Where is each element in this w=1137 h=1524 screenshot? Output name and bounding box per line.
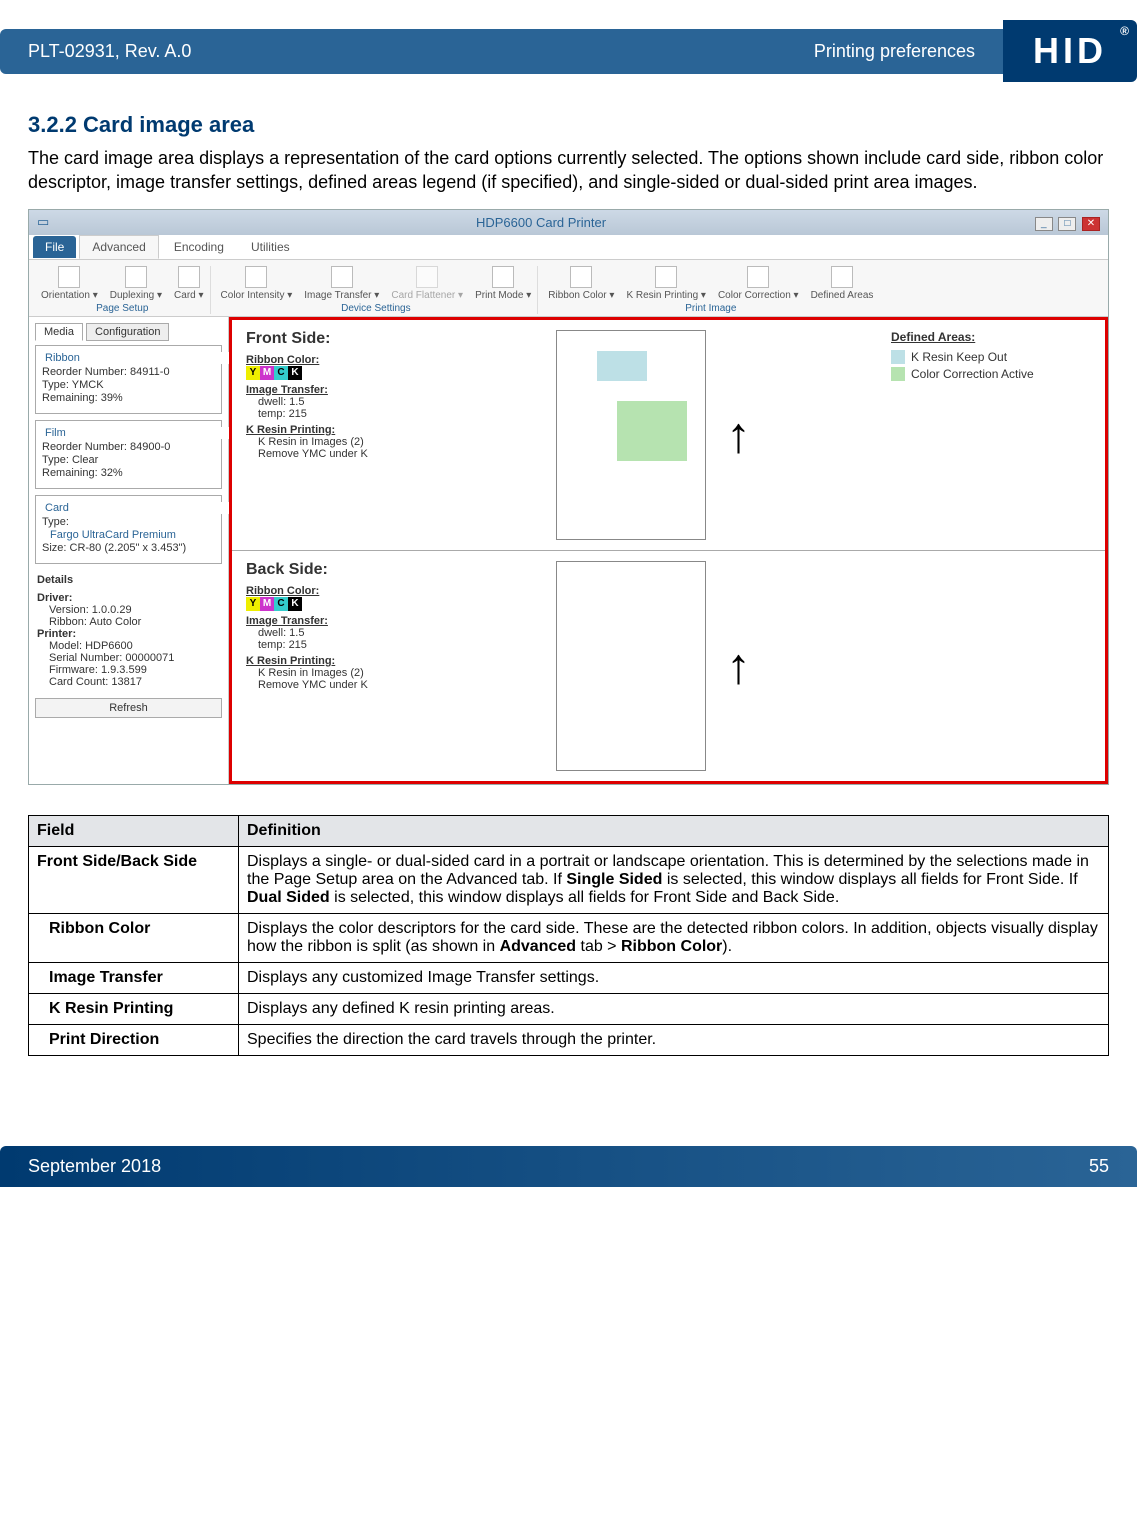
btn-color-correction[interactable]: Color Correction ▾ xyxy=(718,266,799,301)
section-intro: The card image area displays a represent… xyxy=(28,146,1109,195)
row-front-back: Front Side/Back Side xyxy=(29,846,239,913)
btn-image-transfer[interactable]: Image Transfer ▾ xyxy=(304,266,379,301)
front-side-info: Front Side: Ribbon Color: YMCK Image Tra… xyxy=(246,330,416,540)
btn-ribbon-color[interactable]: Ribbon Color ▾ xyxy=(548,266,614,301)
btn-card-flattener[interactable]: Card Flattener ▾ xyxy=(391,266,463,301)
section-heading: 3.2.2 Card image area xyxy=(28,112,1109,138)
window-title: HDP6600 Card Printer xyxy=(476,215,606,230)
ribbon-fieldset: Ribbon Reorder Number: 84911-0 Type: YMC… xyxy=(35,345,222,414)
th-definition: Definition xyxy=(239,815,1109,846)
film-fieldset: Film Reorder Number: 84900-0 Type: Clear… xyxy=(35,420,222,489)
front-card-preview xyxy=(556,330,706,540)
direction-arrow-icon: ↑ xyxy=(726,406,751,464)
refresh-button[interactable]: Refresh xyxy=(35,698,222,718)
tab-encoding[interactable]: Encoding xyxy=(162,236,236,258)
btn-duplexing[interactable]: Duplexing ▾ xyxy=(110,266,162,301)
maximize-button[interactable]: □ xyxy=(1058,217,1076,231)
app-screenshot: ▭ HDP6600 Card Printer _ □ ✕ File Advanc… xyxy=(28,209,1109,785)
direction-arrow-icon: ↑ xyxy=(726,637,751,695)
back-card-preview xyxy=(556,561,706,771)
group-device-settings: Device Settings xyxy=(221,303,532,314)
btn-kresin[interactable]: K Resin Printing ▾ xyxy=(626,266,706,301)
row-print-direction: Print Direction xyxy=(29,1024,239,1055)
page-footer: September 2018 55 xyxy=(0,1146,1137,1187)
footer-page: 55 xyxy=(1089,1156,1109,1177)
side-tab-media[interactable]: Media xyxy=(35,323,83,341)
row-ribbon-color: Ribbon Color xyxy=(29,913,239,962)
app-icon: ▭ xyxy=(37,214,49,230)
doc-number: PLT-02931, Rev. A.0 xyxy=(28,41,191,62)
btn-print-mode[interactable]: Print Mode ▾ xyxy=(475,266,531,301)
row-image-transfer: Image Transfer xyxy=(29,962,239,993)
card-fieldset: Card Type: Fargo UltraCard Premium Size:… xyxy=(35,495,222,564)
close-button[interactable]: ✕ xyxy=(1082,217,1100,231)
tab-utilities[interactable]: Utilities xyxy=(239,236,302,258)
btn-defined-areas[interactable]: Defined Areas xyxy=(811,266,874,301)
btn-color-intensity[interactable]: Color Intensity ▾ xyxy=(221,266,293,301)
defined-areas-legend: Defined Areas: K Resin Keep Out Color Co… xyxy=(891,330,1091,540)
window-controls: _ □ ✕ xyxy=(1033,214,1100,231)
page-header: PLT-02931, Rev. A.0 Printing preferences… xyxy=(0,20,1137,82)
field-definition-table: Field Definition Front Side/Back Side Di… xyxy=(28,815,1109,1056)
group-print-image: Print Image xyxy=(548,303,873,314)
footer-date: September 2018 xyxy=(28,1156,161,1177)
btn-card[interactable]: Card ▾ xyxy=(174,266,204,301)
brand-logo: HID xyxy=(1003,20,1137,82)
details-panel: Details Driver: Version: 1.0.0.29 Ribbon… xyxy=(35,570,222,692)
card-image-area: Front Side: Ribbon Color: YMCK Image Tra… xyxy=(229,317,1108,784)
window-titlebar: ▭ HDP6600 Card Printer _ □ ✕ xyxy=(29,210,1108,235)
ribbon-toolbar: Orientation ▾ Duplexing ▾ Card ▾ Page Se… xyxy=(29,260,1108,317)
back-side-info: Back Side: Ribbon Color: YMCK Image Tran… xyxy=(246,561,416,771)
tab-advanced[interactable]: Advanced xyxy=(79,235,158,259)
side-tab-config[interactable]: Configuration xyxy=(86,323,169,341)
group-page-setup: Page Setup xyxy=(41,303,204,314)
minimize-button[interactable]: _ xyxy=(1035,217,1053,231)
tab-file[interactable]: File xyxy=(33,236,76,258)
ribbon-tabs: File Advanced Encoding Utilities xyxy=(29,235,1108,260)
side-panel: Media Configuration Ribbon Reorder Numbe… xyxy=(29,317,229,784)
btn-orientation[interactable]: Orientation ▾ xyxy=(41,266,98,301)
row-kresin: K Resin Printing xyxy=(29,993,239,1024)
th-field: Field xyxy=(29,815,239,846)
doc-title: Printing preferences xyxy=(814,41,975,62)
